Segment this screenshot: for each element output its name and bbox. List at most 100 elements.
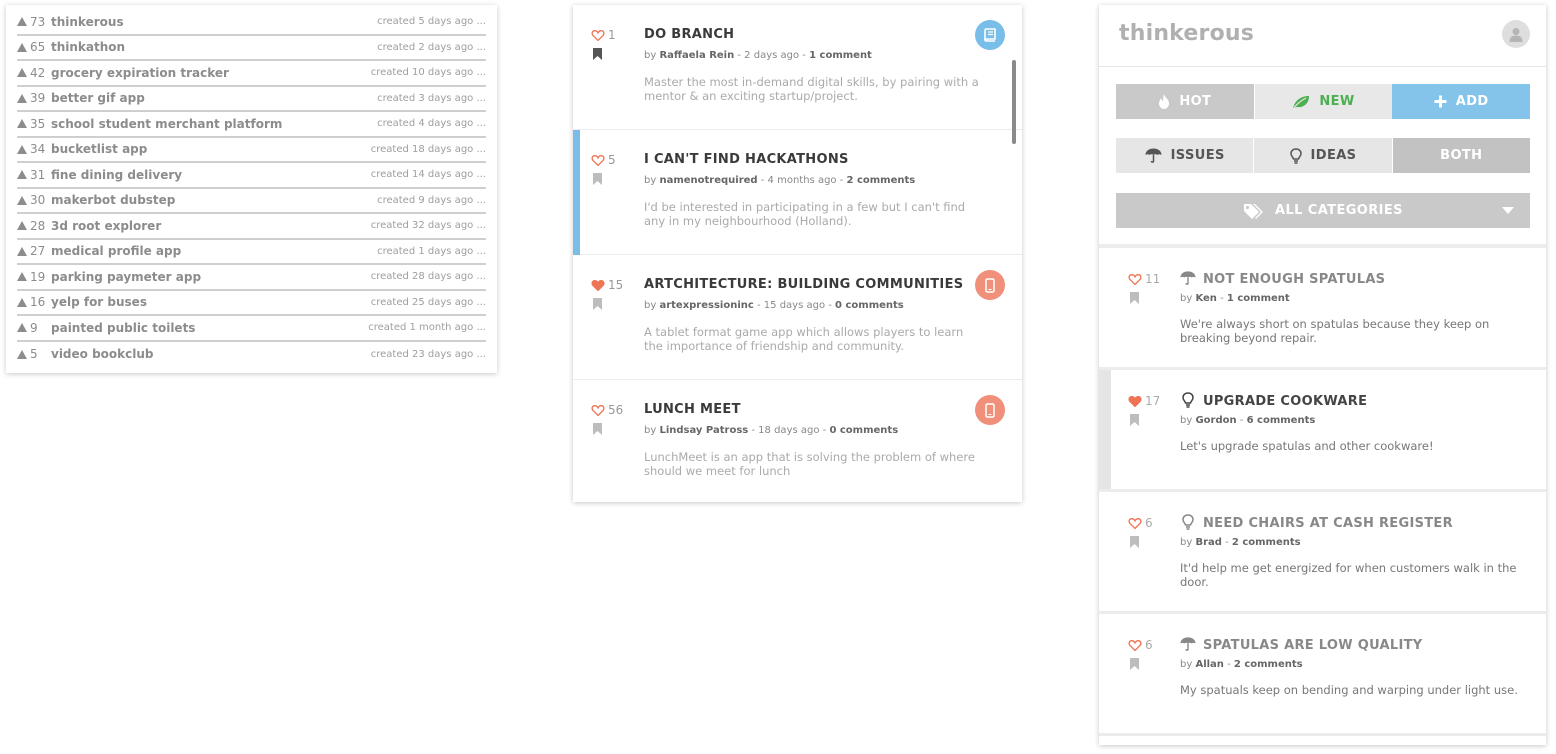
feed-post[interactable]: 56 LUNCH MEET by Lindsay Patross - 18 da… bbox=[573, 380, 1022, 502]
item-title[interactable]: painted public toilets bbox=[51, 321, 368, 335]
list-item[interactable]: 31 fine dining delivery created 14 days ag… bbox=[17, 163, 486, 189]
heart-icon[interactable] bbox=[1128, 273, 1142, 285]
post-title[interactable]: NOT ENOUGH SPATULAS bbox=[1203, 272, 1385, 287]
upvote-icon[interactable] bbox=[17, 272, 27, 282]
add-button[interactable]: ADD bbox=[1392, 84, 1531, 119]
user-avatar[interactable] bbox=[1502, 20, 1530, 48]
list-item[interactable]: 35 school student merchant platform create… bbox=[17, 112, 486, 138]
author-link[interactable]: Lindsay Patross bbox=[659, 425, 748, 436]
issues-button[interactable]: ISSUES bbox=[1116, 138, 1254, 173]
bookmark-icon[interactable] bbox=[1130, 292, 1139, 304]
item-title[interactable]: parking paymeter app bbox=[51, 270, 371, 284]
like-control[interactable]: 17 bbox=[1128, 394, 1160, 408]
bookmark-icon[interactable] bbox=[1130, 658, 1139, 670]
author-link[interactable]: Brad bbox=[1195, 537, 1221, 548]
brand-logo[interactable]: thinkerous bbox=[1119, 21, 1254, 46]
feed-scrollbar[interactable] bbox=[1012, 60, 1016, 144]
like-control[interactable]: 5 bbox=[591, 153, 616, 167]
like-control[interactable]: 1 bbox=[591, 28, 616, 42]
category-badge[interactable] bbox=[975, 20, 1005, 50]
item-title[interactable]: school student merchant platform bbox=[51, 117, 377, 131]
comments-link[interactable]: 2 comments bbox=[1234, 659, 1303, 670]
comments-link[interactable]: 2 comments bbox=[1232, 537, 1301, 548]
list-item[interactable]: 34 bucketlist app created 18 days ago ... bbox=[17, 138, 486, 163]
comments-link[interactable]: 1 comment bbox=[1227, 293, 1290, 304]
post-title[interactable]: NEED CHAIRS AT CASH REGISTER bbox=[1203, 516, 1453, 531]
item-title[interactable]: thinkathon bbox=[51, 40, 377, 54]
list-item[interactable]: 19 parking paymeter app created 28 days ag… bbox=[17, 265, 486, 291]
item-title[interactable]: bucketlist app bbox=[51, 142, 371, 156]
like-control[interactable]: 6 bbox=[1128, 638, 1153, 652]
list-item[interactable]: 42 grocery expiration tracker created 10 d… bbox=[17, 61, 486, 87]
new-button[interactable]: NEW bbox=[1254, 84, 1393, 119]
hot-button[interactable]: HOT bbox=[1116, 84, 1254, 119]
bookmark-icon[interactable] bbox=[593, 423, 602, 435]
comments-link[interactable]: 6 comments bbox=[1247, 415, 1316, 426]
heart-icon[interactable] bbox=[591, 404, 605, 416]
feed-post[interactable]: 17 UPGRADE COOKWARE by Gordon - 6 commen… bbox=[1099, 370, 1546, 492]
like-control[interactable]: 6 bbox=[1128, 516, 1153, 530]
list-item[interactable]: 73 thinkerous created 5 days ago ... bbox=[17, 10, 486, 36]
upvote-icon[interactable] bbox=[17, 17, 27, 27]
upvote-icon[interactable] bbox=[17, 323, 27, 333]
comments-link[interactable]: 2 comments bbox=[847, 175, 916, 186]
list-item[interactable]: 28 3d root explorer created 32 days ago ..… bbox=[17, 214, 486, 240]
comments-link[interactable]: 0 comments bbox=[835, 300, 904, 311]
upvote-icon[interactable] bbox=[17, 42, 27, 52]
like-control[interactable]: 56 bbox=[591, 403, 623, 417]
item-title[interactable]: makerbot dubstep bbox=[51, 193, 377, 207]
item-title[interactable]: video bookclub bbox=[51, 347, 371, 361]
like-control[interactable]: 11 bbox=[1128, 272, 1160, 286]
upvote-icon[interactable] bbox=[17, 93, 27, 103]
heart-icon[interactable] bbox=[591, 154, 605, 166]
comments-link[interactable]: 0 comments bbox=[829, 425, 898, 436]
heart-filled-icon[interactable] bbox=[1128, 395, 1142, 407]
upvote-icon[interactable] bbox=[17, 349, 27, 359]
heart-icon[interactable] bbox=[591, 29, 605, 41]
item-title[interactable]: thinkerous bbox=[51, 15, 377, 29]
upvote-icon[interactable] bbox=[17, 195, 27, 205]
bookmark-icon[interactable] bbox=[1130, 536, 1139, 548]
bookmark-icon[interactable] bbox=[1130, 414, 1139, 426]
list-item[interactable]: 5 video bookclub created 23 days ago ... bbox=[17, 342, 486, 368]
post-title[interactable]: UPGRADE COOKWARE bbox=[1203, 394, 1367, 409]
list-item[interactable]: 9 painted public toilets created 1 month a… bbox=[17, 316, 486, 342]
bookmark-icon[interactable] bbox=[593, 48, 602, 60]
list-item[interactable]: 65 thinkathon created 2 days ago ... bbox=[17, 36, 486, 61]
upvote-icon[interactable] bbox=[17, 297, 27, 307]
feed-post[interactable]: 11 NOT ENOUGH SPATULAS by Ken - 1 commen… bbox=[1099, 248, 1546, 370]
category-dropdown[interactable]: ALL CATEGORIES bbox=[1116, 193, 1530, 228]
feed-post[interactable]: 6 SPATULAS ARE LOW QUALITY by Allan - 2 … bbox=[1099, 614, 1546, 736]
author-link[interactable]: namenotrequired bbox=[659, 175, 757, 186]
bookmark-icon[interactable] bbox=[593, 298, 602, 310]
ideas-button[interactable]: IDEAS bbox=[1254, 138, 1392, 173]
feed-post[interactable]: 5 I CAN'T FIND HACKATHONS by namenotrequ… bbox=[573, 130, 1022, 255]
post-title[interactable]: I CAN'T FIND HACKATHONS bbox=[644, 152, 849, 167]
bookmark-icon[interactable] bbox=[593, 173, 602, 185]
upvote-icon[interactable] bbox=[17, 68, 27, 78]
item-title[interactable]: medical profile app bbox=[51, 244, 377, 258]
list-item[interactable]: 30 makerbot dubstep created 9 days ago ... bbox=[17, 189, 486, 214]
upvote-icon[interactable] bbox=[17, 246, 27, 256]
author-link[interactable]: Ken bbox=[1195, 293, 1216, 304]
post-title[interactable]: SPATULAS ARE LOW QUALITY bbox=[1203, 638, 1423, 653]
author-link[interactable]: Raffaela Rein bbox=[659, 50, 734, 61]
upvote-icon[interactable] bbox=[17, 119, 27, 129]
post-title[interactable]: LUNCH MEET bbox=[644, 402, 741, 417]
item-title[interactable]: grocery expiration tracker bbox=[51, 66, 371, 80]
item-title[interactable]: better gif app bbox=[51, 91, 377, 105]
item-title[interactable]: yelp for buses bbox=[51, 295, 371, 309]
feed-post[interactable]: 15 ARTCHITECTURE: BUILDING COMMUNITIES b… bbox=[573, 255, 1022, 380]
upvote-icon[interactable] bbox=[17, 221, 27, 231]
heart-icon[interactable] bbox=[1128, 639, 1142, 651]
author-link[interactable]: artexpressioninc bbox=[659, 300, 753, 311]
post-title[interactable]: ARTCHITECTURE: BUILDING COMMUNITIES bbox=[644, 277, 963, 292]
comments-link[interactable]: 1 comment bbox=[809, 50, 872, 61]
like-control[interactable]: 15 bbox=[591, 278, 623, 292]
heart-filled-icon[interactable] bbox=[591, 279, 605, 291]
feed-post[interactable]: 6 NEED CHAIRS AT CASH REGISTER by Brad -… bbox=[1099, 492, 1546, 614]
item-title[interactable]: 3d root explorer bbox=[51, 219, 371, 233]
item-title[interactable]: fine dining delivery bbox=[51, 168, 371, 182]
list-item[interactable]: 39 better gif app created 3 days ago ... bbox=[17, 87, 486, 112]
category-badge[interactable] bbox=[975, 270, 1005, 300]
